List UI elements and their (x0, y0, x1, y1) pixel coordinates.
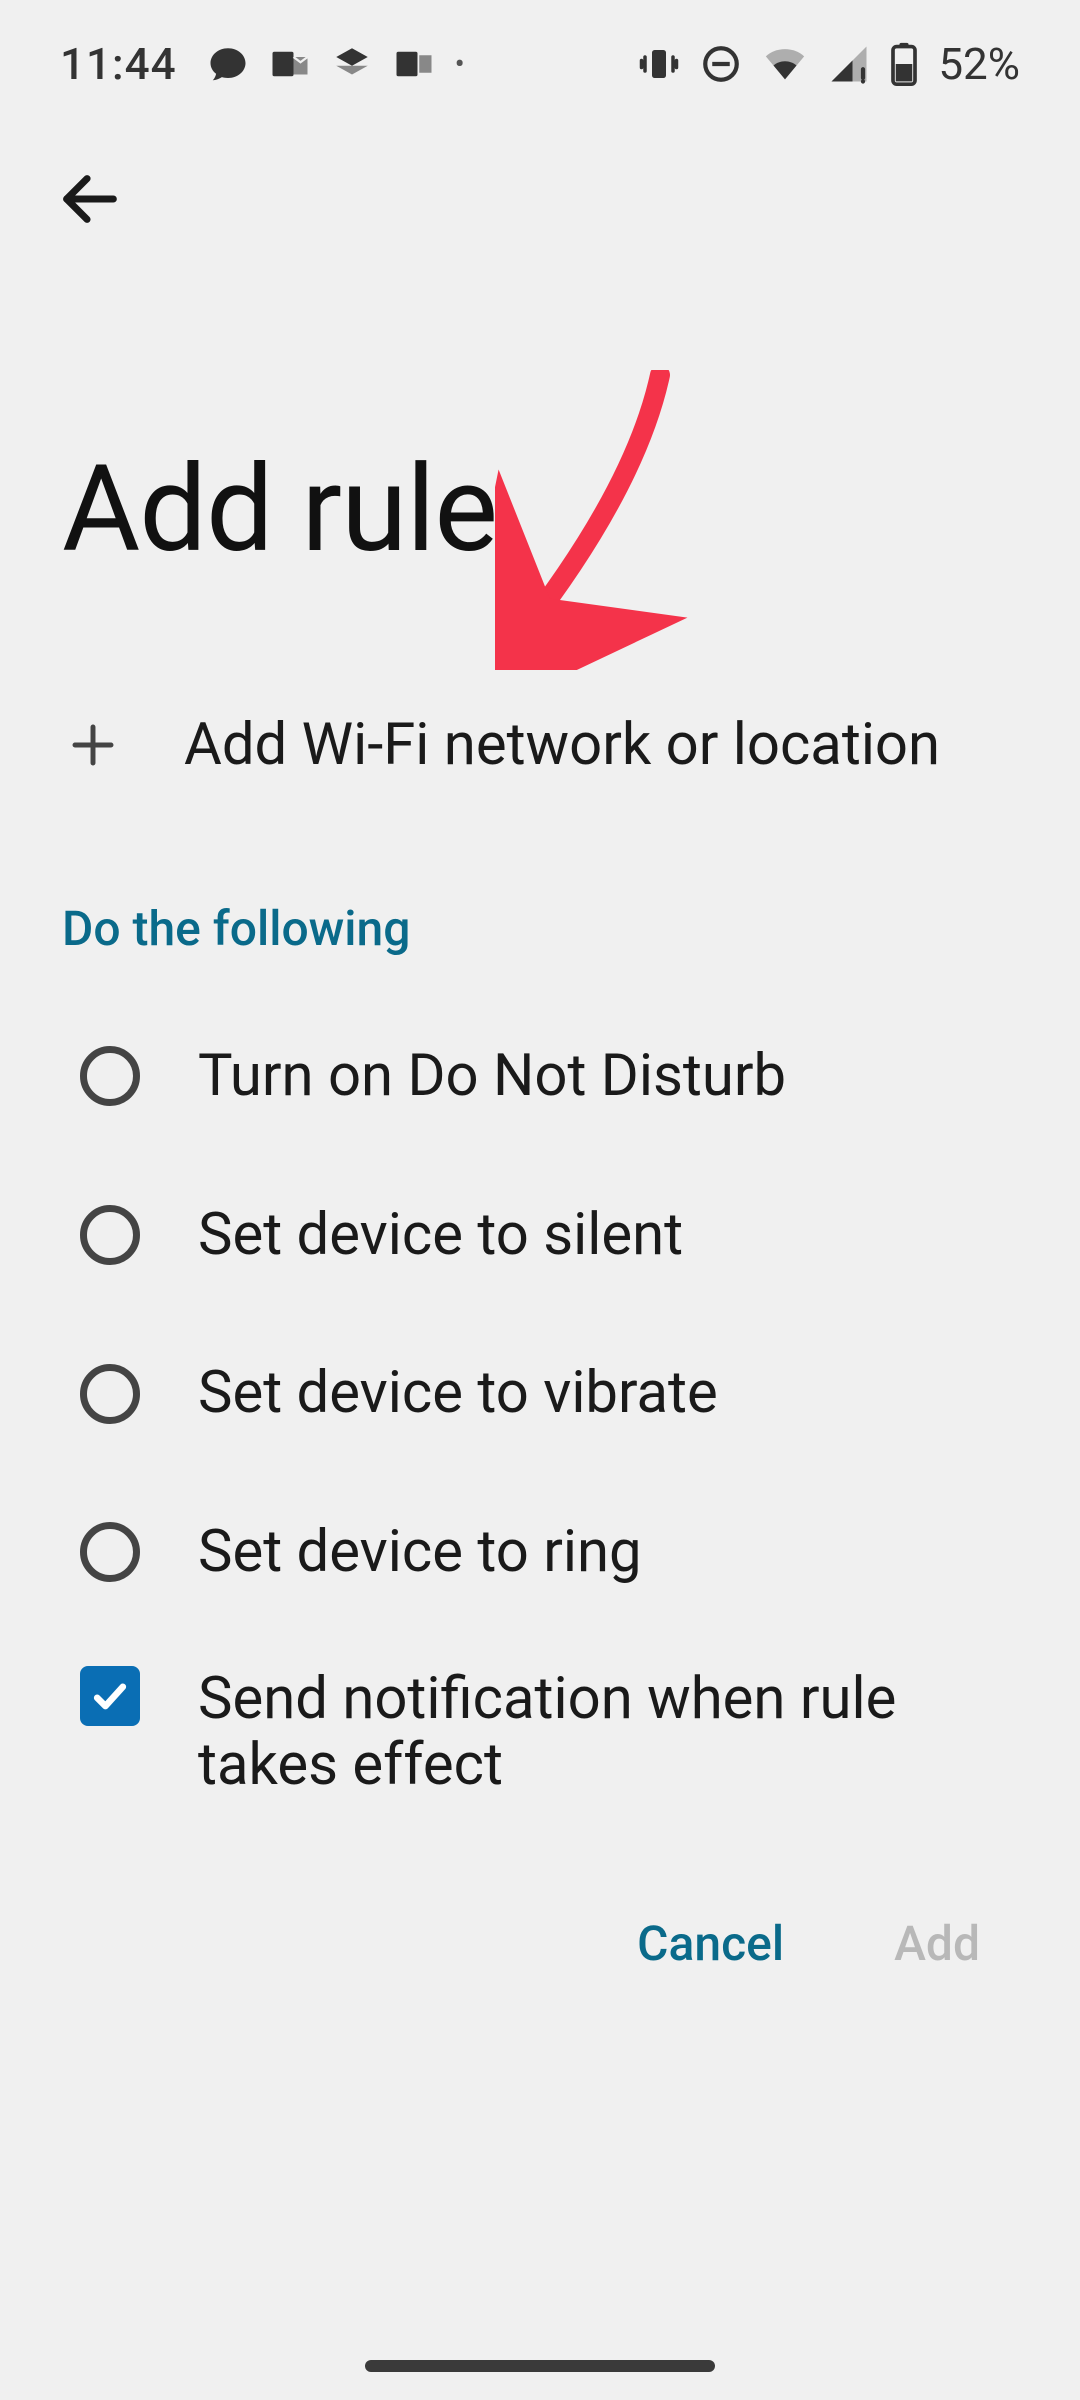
status-bar-right: 52% (638, 38, 1020, 90)
actions-row: Cancel Add (0, 1855, 1080, 1972)
add-wifi-or-location-label: Add Wi-Fi network or location (184, 711, 940, 779)
option-label: Set device to vibrate (198, 1360, 1020, 1427)
option-silent[interactable]: Set device to silent (0, 1156, 1080, 1315)
radio-icon (80, 1364, 140, 1424)
plus-icon (62, 714, 124, 776)
status-bar: 11:44 • 52% (0, 0, 1080, 100)
radio-icon (80, 1205, 140, 1265)
option-send-notification[interactable]: Send notification when rule takes effect (0, 1632, 1080, 1845)
status-bar-left: 11:44 • (60, 38, 465, 90)
option-label: Send notification when rule takes effect (198, 1666, 1020, 1799)
option-label: Set device to ring (198, 1519, 1020, 1586)
gesture-navigation-bar[interactable] (365, 2360, 715, 2372)
layers-icon (331, 43, 373, 85)
option-do-not-disturb[interactable]: Turn on Do Not Disturb (0, 997, 1080, 1156)
outlook-mail-icon (269, 43, 311, 85)
option-label: Turn on Do Not Disturb (198, 1043, 1020, 1110)
back-button[interactable] (30, 140, 150, 260)
options-list: Turn on Do Not Disturb Set device to sil… (0, 987, 1080, 1855)
status-time: 11:44 (60, 38, 177, 90)
radio-icon (80, 1522, 140, 1582)
wifi-icon (762, 41, 808, 87)
section-header-do-the-following: Do the following (0, 820, 1080, 987)
option-ring[interactable]: Set device to ring (0, 1473, 1080, 1632)
option-label: Set device to silent (198, 1202, 1020, 1269)
battery-icon (890, 42, 918, 86)
vibrate-icon (638, 43, 680, 85)
chat-icon (207, 43, 249, 85)
radio-icon (80, 1046, 140, 1106)
app-bar (0, 100, 1080, 260)
add-wifi-or-location-row[interactable]: Add Wi-Fi network or location (0, 670, 1080, 820)
battery-percentage: 52% (938, 38, 1020, 90)
add-button[interactable]: Add (894, 1915, 980, 1972)
outlook-calendar-icon (393, 43, 435, 85)
checkbox-checked-icon (80, 1666, 140, 1726)
arrow-back-icon (55, 164, 125, 237)
more-notifications-dot-icon: • (455, 47, 465, 82)
cellular-signal-icon (828, 43, 870, 85)
do-not-disturb-icon (700, 43, 742, 85)
cancel-button[interactable]: Cancel (637, 1915, 784, 1972)
page-title: Add rule (0, 260, 1080, 670)
option-vibrate[interactable]: Set device to vibrate (0, 1314, 1080, 1473)
